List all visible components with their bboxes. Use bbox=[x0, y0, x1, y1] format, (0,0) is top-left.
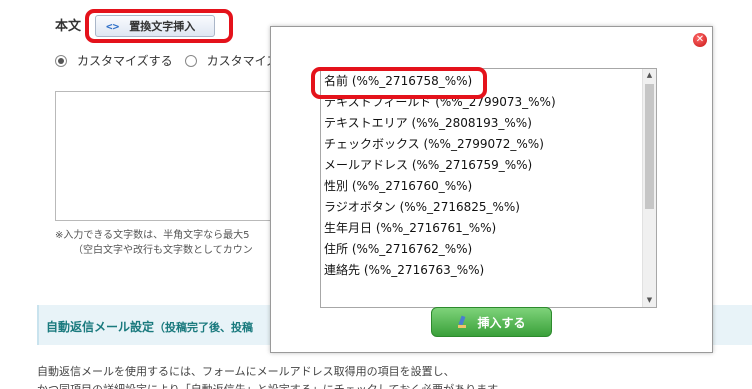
pen-icon bbox=[457, 316, 467, 328]
note-line-1: ※入力できる文字数は、半角文字なら最大5 bbox=[55, 230, 250, 241]
item-highlight bbox=[311, 67, 487, 99]
insert-submit-label: 挿入する bbox=[477, 315, 526, 330]
section-title: 自動返信メール設定（投稿完了後、投稿 bbox=[46, 318, 253, 335]
field-listbox[interactable]: 名前 (%%_2716758_%%) テキストフィールド (%%_2799073… bbox=[320, 68, 657, 308]
button-highlight bbox=[85, 9, 233, 43]
body-textarea[interactable] bbox=[55, 91, 285, 221]
section-title-text: 自動返信メール設定 bbox=[46, 320, 155, 334]
radio-customize[interactable] bbox=[55, 54, 67, 67]
list-item[interactable]: メールアドレス (%%_2716759_%%) bbox=[324, 155, 532, 175]
radio-customize-label: カスタマイズする bbox=[77, 54, 173, 68]
scroll-up-icon[interactable]: ▲ bbox=[643, 69, 656, 82]
scroll-thumb[interactable] bbox=[645, 84, 654, 209]
close-icon[interactable]: ✕ bbox=[693, 33, 707, 47]
character-limit-note: ※入力できる文字数は、半角文字なら最大5 （空白文字や改行も文字数としてカウン bbox=[55, 228, 253, 258]
radio-customize-alt-label: カスタマイズ bbox=[206, 54, 279, 68]
scroll-down-icon[interactable]: ▼ bbox=[643, 294, 656, 307]
insert-submit-button[interactable]: 挿入する bbox=[431, 307, 552, 337]
body-label: 本文 bbox=[55, 19, 82, 34]
auto-reply-description: 自動返信メールを使用するには、フォームにメールアドレス取得用の項目を設置し、 か… bbox=[37, 363, 498, 389]
note-line-2: （空白文字や改行も文字数としてカウン bbox=[73, 245, 253, 256]
list-item[interactable]: 生年月日 (%%_2716761_%%) bbox=[324, 218, 496, 238]
list-item[interactable]: チェックボックス (%%_2799072_%%) bbox=[324, 134, 544, 154]
list-item[interactable]: 住所 (%%_2716762_%%) bbox=[324, 239, 472, 259]
desc-line-2: かつ同項目の詳細設定により「自動返信先」と設定する」にチェックしておく必要があり… bbox=[37, 381, 498, 389]
section-title-note: （投稿完了後、投稿 bbox=[154, 321, 254, 334]
radio-group: カスタマイズする カスタマイズ bbox=[55, 52, 278, 69]
scrollbar[interactable]: ▲ ▼ bbox=[642, 69, 656, 307]
list-item[interactable]: 連絡先 (%%_2716763_%%) bbox=[324, 260, 484, 280]
list-item[interactable]: ラジオボタン (%%_2716825_%%) bbox=[324, 197, 520, 217]
list-item[interactable]: テキストエリア (%%_2808193_%%) bbox=[324, 113, 532, 133]
desc-line-1: 自動返信メールを使用するには、フォームにメールアドレス取得用の項目を設置し、 bbox=[37, 365, 455, 378]
list-item[interactable]: 性別 (%%_2716760_%%) bbox=[324, 176, 472, 196]
radio-customize-alt[interactable] bbox=[184, 54, 197, 67]
